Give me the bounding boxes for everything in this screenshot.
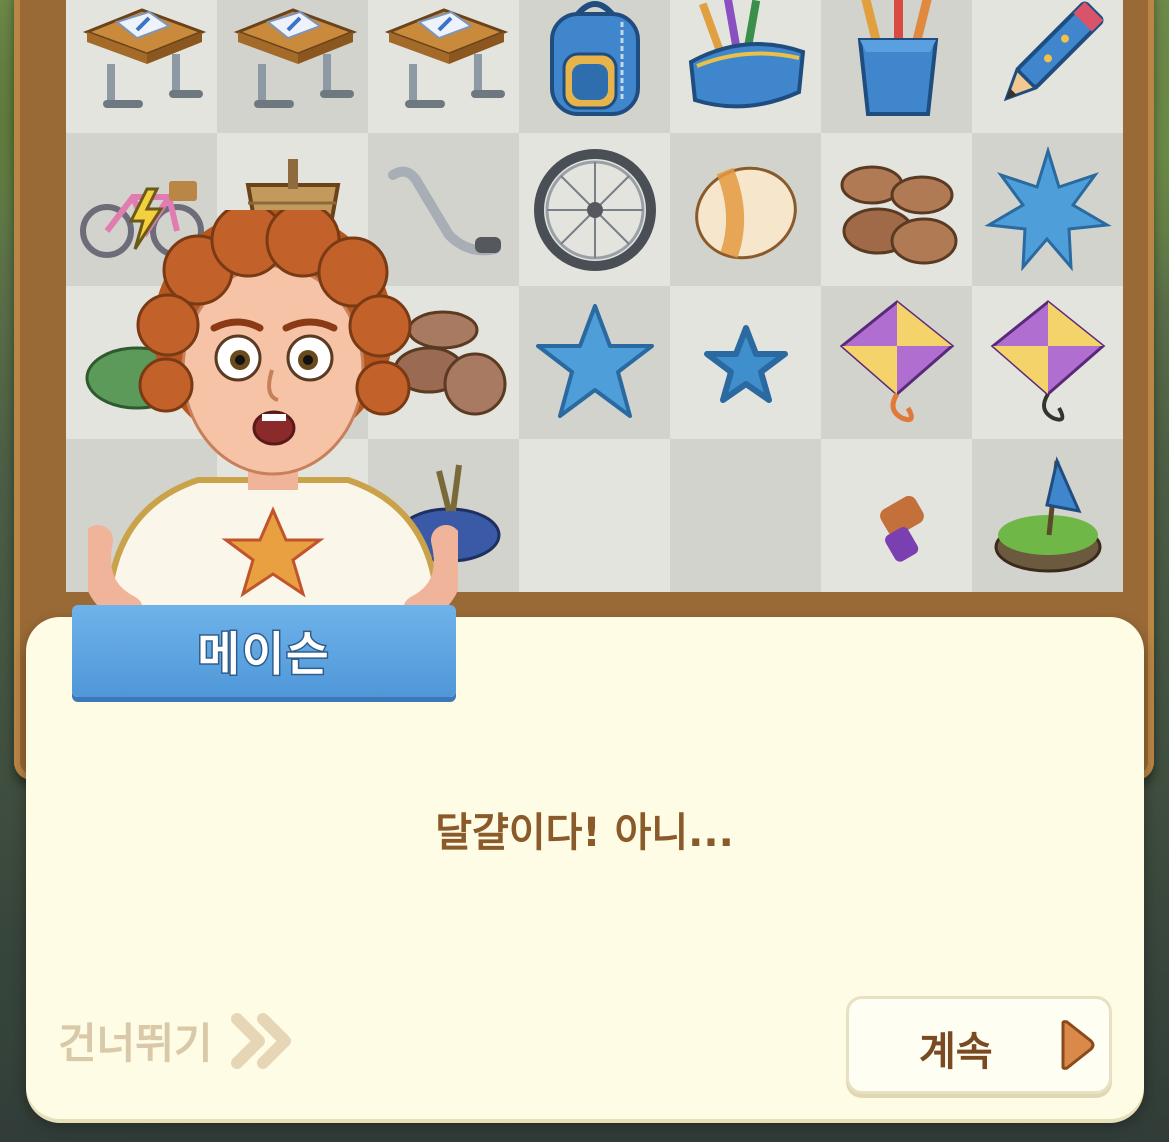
continue-button[interactable]: 계속 <box>846 996 1112 1094</box>
pencil-cup-icon <box>857 0 938 116</box>
board-cell[interactable] <box>821 286 972 439</box>
board-cell[interactable] <box>972 133 1123 286</box>
speaker-nametag: 메이슨 <box>72 605 456 697</box>
play-arrow-icon <box>1059 1019 1095 1075</box>
board-cell[interactable] <box>519 133 670 286</box>
desk-icon <box>82 7 206 108</box>
small-star-icon <box>703 324 788 403</box>
board-cell[interactable] <box>670 439 821 592</box>
backpack-icon <box>549 0 640 116</box>
skip-button[interactable]: 건너뛰기 <box>58 1010 295 1071</box>
board-cell[interactable] <box>821 133 972 286</box>
board-cell[interactable] <box>972 439 1123 592</box>
continue-label: 계속 <box>919 1029 993 1075</box>
desk-icon <box>233 7 357 108</box>
board-cell[interactable] <box>972 0 1123 133</box>
popsicle-icon <box>879 495 924 562</box>
star-icon <box>535 303 654 418</box>
board-cell[interactable] <box>519 286 670 439</box>
flag-island-icon <box>994 455 1101 572</box>
double-chevron-right-icon <box>230 1012 295 1069</box>
board-cell[interactable] <box>519 0 670 133</box>
board-cell[interactable] <box>821 439 972 592</box>
bike-wheel-icon <box>533 148 656 271</box>
kite-icon <box>990 299 1105 422</box>
board-cell[interactable] <box>519 439 670 592</box>
character-mason-portrait <box>88 210 458 620</box>
board-cell[interactable] <box>670 133 821 286</box>
board-cell[interactable] <box>670 0 821 133</box>
egg-icon <box>694 166 797 259</box>
kite-icon <box>839 299 954 422</box>
skip-label: 건너뛰기 <box>58 1019 213 1068</box>
coins-pile-icon <box>840 165 957 264</box>
board-cell[interactable] <box>368 0 519 133</box>
board-cell[interactable] <box>821 0 972 133</box>
speaker-name: 메이슨 <box>196 626 331 683</box>
desk-icon <box>384 7 508 108</box>
splat-star-icon <box>983 145 1112 271</box>
board-cell[interactable] <box>670 286 821 439</box>
board-cell[interactable] <box>66 0 217 133</box>
pencil-case-icon <box>688 0 805 108</box>
pencil-icon <box>1003 1 1103 101</box>
dialog-text: 달걀이다! 아니... <box>435 810 734 856</box>
board-cell[interactable] <box>217 0 368 133</box>
board-cell[interactable] <box>972 286 1123 439</box>
